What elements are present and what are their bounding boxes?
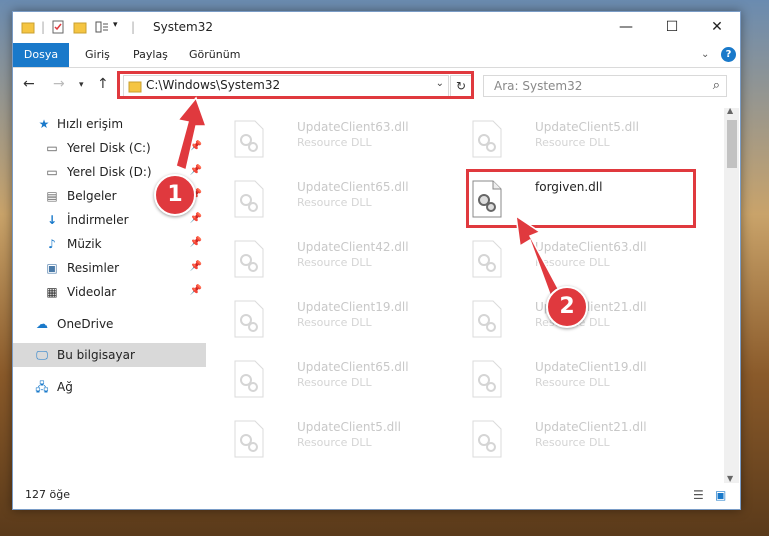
arrow-1 bbox=[175, 96, 208, 172]
step-2-badge: 2 bbox=[546, 286, 588, 328]
annotation-arrows bbox=[175, 96, 561, 302]
step-1-badge: 1 bbox=[154, 174, 196, 216]
arrow-2 bbox=[515, 214, 561, 302]
